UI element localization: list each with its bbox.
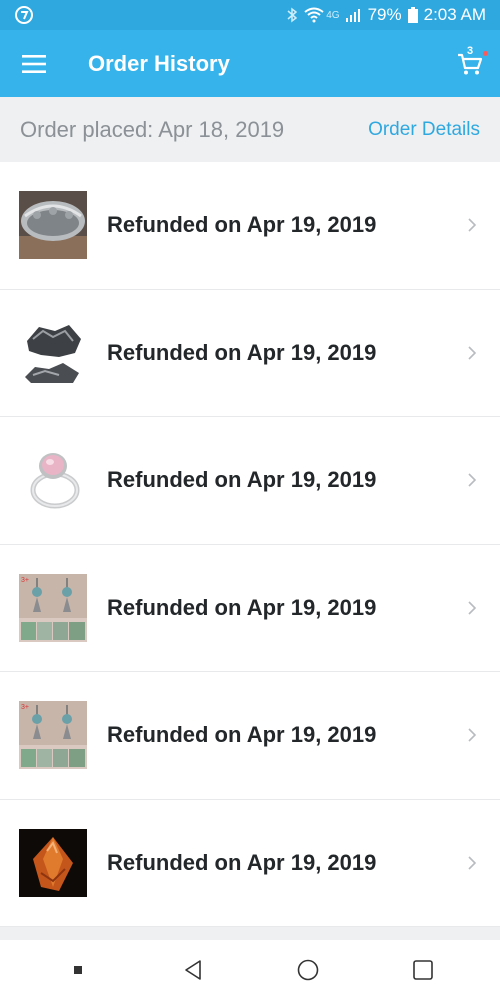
- order-details-link[interactable]: Order Details: [368, 119, 480, 141]
- dot-icon: [73, 966, 82, 974]
- earrings-set-image: 3+: [19, 573, 87, 642]
- battery-percent: 79%: [367, 5, 402, 24]
- home-button[interactable]: [288, 959, 328, 981]
- battery-icon: [407, 7, 418, 23]
- chevron-right-icon: [462, 345, 482, 361]
- item-thumbnail: 3+: [19, 701, 87, 770]
- chevron-right-icon: [462, 855, 482, 871]
- status-left: [14, 5, 34, 25]
- item-thumbnail: [19, 191, 87, 260]
- item-thumbnail: [19, 318, 87, 387]
- list-item[interactable]: Refunded on Apr 19, 2019: [0, 799, 500, 927]
- home-circle-icon: [297, 959, 318, 981]
- status-bar: 4G 79% 2:03 AM: [0, 0, 500, 30]
- order-placed-label: Order placed: Apr 18, 2019: [20, 116, 285, 142]
- chevron-right-icon: [462, 727, 482, 743]
- item-status: Refunded on Apr 19, 2019: [107, 467, 377, 493]
- order-items-list: Refunded on Apr 19, 2019 Refunded on Apr…: [0, 162, 500, 927]
- bluetooth-icon: [287, 7, 298, 23]
- wifi-icon: [304, 7, 324, 23]
- network-label: 4G: [326, 9, 340, 21]
- list-item[interactable]: Refunded on Apr 19, 2019: [0, 417, 500, 545]
- back-triangle-icon: [184, 960, 201, 980]
- svg-text:3+: 3+: [21, 704, 29, 711]
- overview-dot-button[interactable]: [58, 966, 98, 974]
- menu-button[interactable]: [0, 30, 68, 97]
- item-status: Refunded on Apr 19, 2019: [107, 339, 377, 365]
- hamburger-menu-icon: [22, 54, 46, 73]
- recents-button[interactable]: [403, 959, 443, 981]
- chevron-right-icon: [462, 600, 482, 616]
- item-status: Refunded on Apr 19, 2019: [107, 212, 377, 238]
- chevron-right-icon: [462, 217, 482, 233]
- orange-gem-pendant-image: [19, 828, 87, 897]
- item-status: Refunded on Apr 19, 2019: [107, 722, 377, 748]
- item-thumbnail: 3+: [19, 573, 87, 642]
- item-status: Refunded on Apr 19, 2019: [107, 594, 377, 620]
- svg-text:3+: 3+: [21, 577, 29, 584]
- list-item[interactable]: 3+ Refunded on Apr 19, 2019: [0, 544, 500, 672]
- app-notification-icon: [15, 6, 33, 24]
- list-end-spacer: [0, 927, 500, 940]
- order-header: Order placed: Apr 18, 2019 Order Details: [0, 97, 500, 162]
- app-bar: Order History 3: [0, 30, 500, 97]
- status-right: 4G 79% 2:03 AM: [286, 5, 486, 25]
- cart-notification-dot: [483, 51, 488, 56]
- recents-square-icon: [412, 960, 433, 980]
- pink-stone-ring-image: [19, 446, 87, 515]
- cart-button[interactable]: 3: [440, 30, 500, 97]
- cart-count-badge: 3: [467, 45, 474, 57]
- system-navigation-bar: [0, 940, 500, 1000]
- back-button[interactable]: [173, 959, 213, 981]
- list-item[interactable]: Refunded on Apr 19, 2019: [0, 162, 500, 290]
- item-thumbnail: [19, 446, 87, 515]
- chevron-right-icon: [462, 472, 482, 488]
- clock: 2:03 AM: [423, 5, 486, 24]
- list-item[interactable]: 3+ Refunded on Apr 19, 2019: [0, 672, 500, 800]
- signal-icon: [345, 9, 360, 22]
- item-thumbnail: [19, 828, 87, 897]
- list-item[interactable]: Refunded on Apr 19, 2019: [0, 289, 500, 417]
- item-status: Refunded on Apr 19, 2019: [107, 849, 377, 875]
- page-title: Order History: [88, 50, 230, 76]
- dark-mineral-stones-image: [19, 318, 87, 387]
- earrings-set-image: 3+: [19, 701, 87, 770]
- silver-cuff-bracelet-image: [19, 191, 87, 260]
